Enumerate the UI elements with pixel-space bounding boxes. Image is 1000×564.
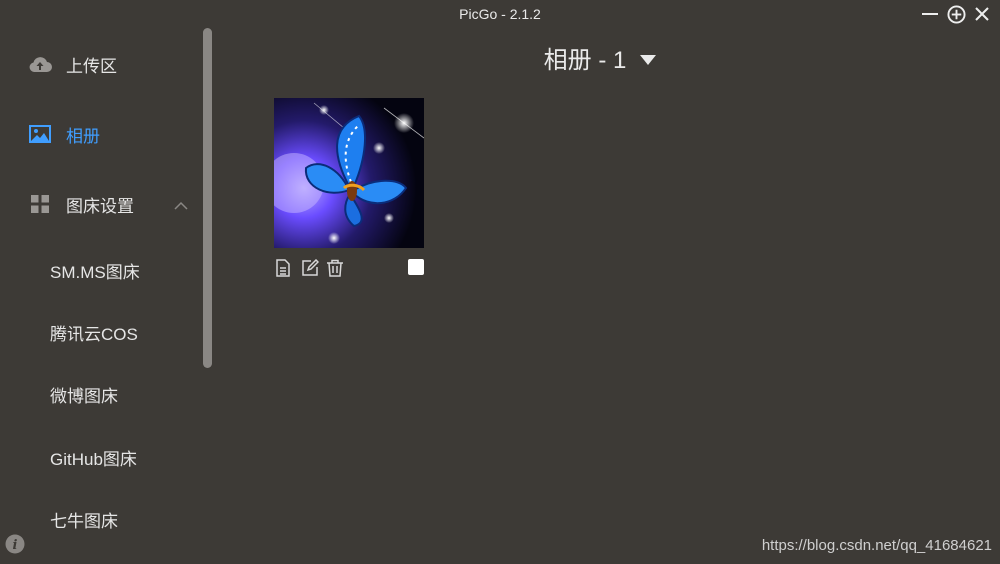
sidebar-scrollbar[interactable] [203, 28, 212, 368]
watermark-text: https://blog.csdn.net/qq_41684621 [761, 537, 992, 554]
sidebar-subitem-github[interactable]: GitHub图床 [50, 442, 137, 472]
image-actions [274, 258, 424, 279]
sidebar-item-upload[interactable]: 上传区 [0, 44, 200, 84]
copy-link-button[interactable] [274, 259, 292, 277]
svg-text:i: i [13, 538, 18, 553]
sidebar-subitem-label: 腾讯云COS [50, 324, 138, 344]
sidebar-subitem-smms[interactable]: SM.MS图床 [50, 255, 140, 285]
sidebar-item-label: 上传区 [66, 56, 117, 76]
sidebar-item-gallery[interactable]: 相册 [0, 114, 200, 154]
sidebar-subitem-label: GitHub图床 [50, 449, 137, 469]
sidebar-subitem-qiniu[interactable]: 七牛图床 [50, 504, 118, 534]
sidebar: 上传区 相册 图床设置 SM.MS图床 腾讯云COS 微博图床 GitHub图床… [0, 28, 215, 564]
sidebar-item-picbed-settings[interactable]: 图床设置 [0, 184, 200, 224]
minimize-button[interactable] [920, 4, 940, 24]
gallery-title-dropdown[interactable]: 相册 - 1 [544, 40, 657, 75]
gallery-main: 相册 - 1 [215, 28, 1000, 564]
delete-button[interactable] [326, 259, 344, 277]
image-icon [28, 122, 52, 146]
butterfly-image [274, 102, 424, 244]
circle-plus-icon [946, 4, 966, 24]
grid-icon [28, 192, 52, 216]
minimize-icon [922, 13, 938, 15]
window-controls [920, 4, 992, 24]
sidebar-item-label: 相册 [66, 126, 100, 146]
title-bar: PicGo - 2.1.2 [0, 0, 1000, 28]
sidebar-subitem-tencent-cos[interactable]: 腾讯云COS [50, 317, 138, 347]
document-icon [276, 259, 290, 277]
window-title: PicGo - 2.1.2 [459, 6, 541, 22]
maximize-button[interactable] [946, 4, 966, 24]
caret-down-icon [640, 44, 657, 72]
edit-icon [302, 258, 320, 276]
close-icon [975, 7, 989, 21]
info-icon[interactable]: i [5, 534, 25, 559]
sidebar-subitem-weibo[interactable]: 微博图床 [50, 379, 118, 409]
close-button[interactable] [972, 4, 992, 24]
sidebar-item-label: 图床设置 [66, 196, 134, 216]
gallery-header: 相册 - 1 [215, 40, 985, 75]
sidebar-subitem-label: 微博图床 [50, 386, 118, 406]
page-title: 相册 - 1 [543, 47, 627, 74]
select-checkbox[interactable] [408, 259, 424, 275]
trash-icon [327, 259, 343, 277]
edit-button[interactable] [301, 258, 320, 277]
chevron-up-icon[interactable] [174, 196, 188, 216]
sidebar-subitem-label: SM.MS图床 [50, 262, 140, 282]
sidebar-subitem-label: 七牛图床 [50, 511, 118, 531]
image-thumbnail[interactable] [274, 98, 424, 248]
upload-cloud-icon [28, 52, 52, 76]
